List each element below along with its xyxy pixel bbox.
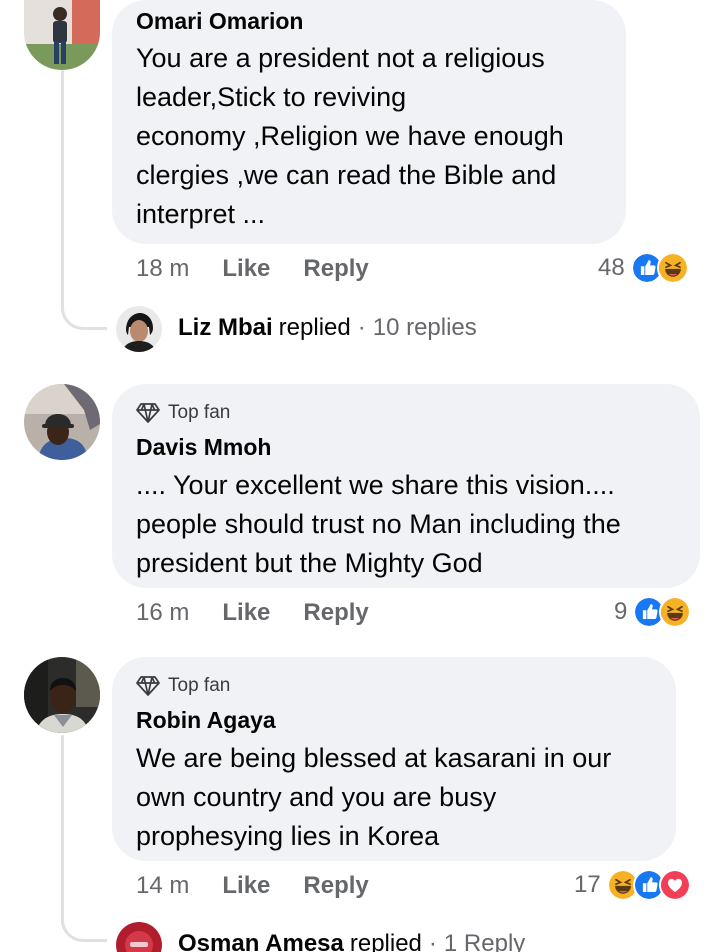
comment-actions: 16 m Like Reply: [136, 597, 369, 629]
comment-actions: 14 m Like Reply: [136, 870, 369, 902]
reaction-count: 48: [598, 254, 625, 281]
like-button[interactable]: Like: [222, 255, 270, 283]
comment-author[interactable]: Omari Omarion: [136, 6, 602, 36]
reply-button[interactable]: Reply: [303, 872, 368, 900]
comment-text: .... Your excellent we share this vision…: [136, 470, 621, 578]
comments-thread: Omari Omarion You are a president not a …: [0, 0, 720, 952]
avatar-photo: [24, 657, 100, 733]
top-fan-label: Top fan: [168, 675, 231, 696]
haha-icon: [659, 596, 692, 628]
reaction-summary[interactable]: 48: [598, 251, 689, 285]
replied-label: replied: [278, 314, 351, 341]
thread-connector-line: [61, 735, 64, 925]
reply-avatar-photo: [116, 306, 162, 352]
like-button[interactable]: Like: [222, 872, 270, 900]
separator-dot: ·: [357, 314, 366, 341]
reply-count: 10 replies: [372, 314, 477, 341]
comment-author[interactable]: Davis Mmoh: [136, 432, 676, 462]
reply-author: Liz Mbai: [178, 314, 273, 341]
comment-time[interactable]: 14 m: [136, 872, 189, 900]
reply-author: Osman Amesa: [178, 930, 344, 952]
thread-connector-line: [61, 70, 64, 300]
avatar-photo: [24, 0, 100, 70]
reply-count: 1 Reply: [443, 930, 526, 952]
reply-avatar[interactable]: [116, 922, 162, 952]
separator-dot: ·: [428, 930, 437, 952]
reply-avatar[interactable]: [116, 306, 162, 352]
reply-button[interactable]: Reply: [303, 599, 368, 627]
reaction-summary[interactable]: 17: [574, 868, 691, 902]
reply-avatar-photo: [116, 922, 162, 952]
thread-connector-curve: [61, 290, 107, 330]
reply-button[interactable]: Reply: [303, 255, 368, 283]
reaction-count: 17: [574, 871, 601, 898]
avatar-photo: [24, 384, 100, 460]
top-fan-badge: Top fan: [136, 400, 676, 426]
avatar[interactable]: [24, 0, 100, 70]
love-icon: [658, 869, 691, 901]
avatar[interactable]: [24, 657, 100, 733]
top-fan-label: Top fan: [168, 402, 231, 423]
comment-time[interactable]: 18 m: [136, 255, 189, 283]
top-fan-badge: Top fan: [136, 673, 652, 699]
diamond-icon: [136, 403, 160, 423]
thread-connector-curve: [61, 912, 107, 942]
comment-author[interactable]: Robin Agaya: [136, 705, 652, 735]
comment-bubble[interactable]: Top fan Davis Mmoh .... Your excellent w…: [112, 384, 700, 588]
comment-text: We are being blessed at kasarani in our …: [136, 743, 612, 851]
view-replies-link[interactable]: Osman Amesa replied · 1 Reply: [178, 930, 525, 952]
diamond-icon: [136, 676, 160, 696]
view-replies-link[interactable]: Liz Mbai replied · 10 replies: [178, 314, 477, 342]
comment-time[interactable]: 16 m: [136, 599, 189, 627]
comment-text: You are a president not a religious lead…: [136, 43, 564, 229]
reaction-summary[interactable]: 9: [614, 595, 692, 629]
like-button[interactable]: Like: [222, 599, 270, 627]
avatar[interactable]: [24, 384, 100, 460]
reaction-count: 9: [614, 598, 628, 625]
replied-label: replied: [349, 930, 422, 952]
comment-bubble[interactable]: Omari Omarion You are a president not a …: [112, 0, 626, 244]
comment-actions: 18 m Like Reply: [136, 253, 369, 285]
comment-bubble[interactable]: Top fan Robin Agaya We are being blessed…: [112, 657, 676, 861]
haha-icon: [656, 252, 689, 284]
